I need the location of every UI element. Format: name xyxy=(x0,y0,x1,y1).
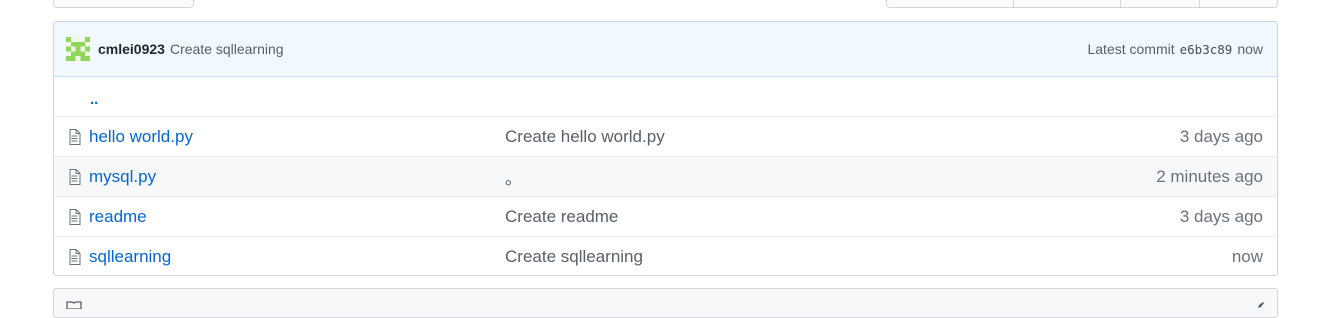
branch-select-button[interactable] xyxy=(53,0,194,8)
readme-header xyxy=(53,288,1278,318)
file-icon xyxy=(66,168,82,186)
file-row: mysql.py 。 2 minutes ago xyxy=(54,156,1277,196)
file-list: cmlei0923 Create sqllearning Latest comm… xyxy=(53,21,1278,276)
book-icon xyxy=(66,301,82,309)
file-commit-message[interactable]: Create readme xyxy=(505,207,1180,227)
file-commit-message[interactable]: 。 xyxy=(505,164,1156,189)
file-row: readme Create readme 3 days ago xyxy=(54,196,1277,236)
file-age: 3 days ago xyxy=(1179,126,1263,146)
file-row: hello world.py Create hello world.py 3 d… xyxy=(54,116,1277,156)
file-age: now xyxy=(1231,246,1263,266)
file-age: 3 days ago xyxy=(1179,206,1263,226)
file-name-link[interactable]: readme xyxy=(89,207,505,227)
file-icon xyxy=(66,208,82,226)
file-commit-message[interactable]: Create hello world.py xyxy=(505,127,1180,147)
latest-commit-info: Latest commit e6b3c89 now xyxy=(1087,41,1263,57)
upload-files-button[interactable] xyxy=(1014,0,1121,7)
clone-download-button[interactable] xyxy=(1200,0,1277,7)
create-file-button[interactable] xyxy=(887,0,1015,7)
file-icon xyxy=(66,128,82,146)
commit-author[interactable]: cmlei0923 xyxy=(98,41,165,57)
up-directory-row[interactable]: .. xyxy=(54,77,1277,116)
commit-message[interactable]: Create sqllearning xyxy=(170,41,284,57)
file-icon xyxy=(66,248,82,266)
file-name-link[interactable]: hello world.py xyxy=(89,127,505,147)
up-directory-link[interactable]: .. xyxy=(90,91,98,108)
avatar[interactable] xyxy=(66,37,90,61)
file-actions-button-group xyxy=(886,0,1278,8)
pencil-icon[interactable] xyxy=(1257,301,1265,309)
commit-time: now xyxy=(1237,41,1263,57)
latest-commit-label: Latest commit xyxy=(1087,41,1175,57)
commit-sha[interactable]: e6b3c89 xyxy=(1180,42,1233,57)
file-name-link[interactable]: mysql.py xyxy=(89,167,505,187)
file-commit-message[interactable]: Create sqllearning xyxy=(505,247,1232,267)
latest-commit-bar: cmlei0923 Create sqllearning Latest comm… xyxy=(54,22,1277,77)
file-age: 2 minutes ago xyxy=(1156,166,1263,186)
file-row: sqllearning Create sqllearning now xyxy=(54,236,1277,275)
find-file-button[interactable] xyxy=(1121,0,1201,7)
file-name-link[interactable]: sqllearning xyxy=(89,247,505,267)
